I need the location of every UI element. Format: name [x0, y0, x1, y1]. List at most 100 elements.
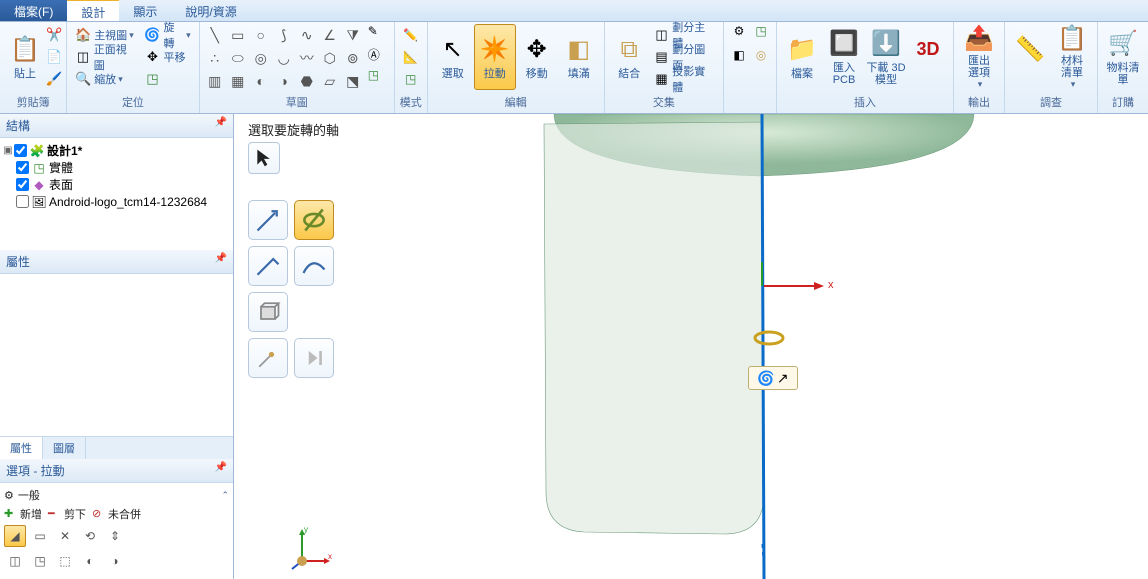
menu-design[interactable]: 設計 [67, 0, 119, 21]
circle-tool[interactable]: ○ [250, 24, 272, 46]
point-tool[interactable]: ∴ [204, 47, 226, 69]
combine-button[interactable]: ⧉結合 [609, 24, 650, 90]
opt-btn-9[interactable]: ◐ [79, 550, 101, 572]
view-cube-button[interactable]: ◳ [141, 68, 195, 90]
tree-solid-checkbox[interactable] [16, 161, 29, 174]
misc-icon-2[interactable]: ◧ [728, 48, 750, 70]
text-tool[interactable]: Ⓐ [368, 46, 390, 68]
misc-icon-1[interactable]: ⚙ [728, 24, 750, 46]
shape2-tool[interactable]: ◑ [273, 70, 295, 92]
group-label [728, 96, 772, 113]
tree-root-checkbox[interactable] [14, 144, 27, 157]
bom-button[interactable]: 📋材料 清單▾ [1051, 24, 1093, 90]
menu-help[interactable]: 說明/資源 [171, 0, 250, 21]
misc-icon-4[interactable]: ◎ [750, 48, 772, 70]
tree-item-surface[interactable]: ◆ 表面 [2, 176, 231, 193]
pin-icon[interactable]: 📌 [215, 462, 227, 479]
option-nomerge[interactable]: ⊘未合併 [92, 506, 141, 522]
mode-solid-icon[interactable]: ◳ [399, 68, 423, 90]
file-button[interactable]: 📁檔案 [781, 24, 823, 90]
pan-button[interactable]: ✥平移 [141, 46, 195, 68]
zoom-button[interactable]: 🔍縮放▾ [71, 68, 140, 90]
target-tool[interactable]: ◎ [250, 47, 272, 69]
tab-layers[interactable]: 圖層 [43, 437, 86, 459]
tree-root[interactable]: ▣ 🧩 設計1* [2, 142, 231, 159]
viewport[interactable]: 選取要旋轉的軸 [234, 114, 1148, 579]
view-triad[interactable]: y x [284, 523, 334, 573]
chamfer-tool[interactable]: ⧩ [342, 24, 364, 46]
poly-tool[interactable]: ⬡ [319, 47, 341, 69]
pull-button[interactable]: ✴️拉動 [474, 24, 516, 90]
pin-icon[interactable]: 📌 [215, 253, 227, 270]
opt-btn-10[interactable]: ◑ [104, 550, 126, 572]
tree-item-image[interactable]: 🖼 Android-logo_tcm14-1232684 [2, 193, 231, 210]
format-icon[interactable]: 🖌️ [46, 71, 62, 87]
offset-tool[interactable]: ⊚ [342, 47, 364, 69]
export-options-button[interactable]: 📤匯出 選項▾ [958, 24, 1000, 90]
tab-properties[interactable]: 屬性 [0, 437, 43, 459]
cut-icon[interactable]: ✂️ [46, 27, 62, 43]
opt-btn-4[interactable]: ⟲ [79, 525, 101, 547]
inspect-button[interactable]: 📏 [1009, 24, 1051, 90]
spin-button[interactable]: 🌀旋轉▾ [141, 24, 195, 46]
tree-image-checkbox[interactable] [16, 195, 29, 208]
shape1-tool[interactable]: ◐ [250, 70, 272, 92]
line-tool[interactable]: ╲ [204, 24, 226, 46]
mode-2d-icon[interactable]: ✏️ [399, 24, 423, 46]
opt-btn-1[interactable]: ◢ [4, 525, 26, 547]
opt-btn-3[interactable]: ✕ [54, 525, 76, 547]
copy-icon[interactable]: 📄 [46, 49, 62, 65]
mini-arrow-icon[interactable]: ↗ [777, 370, 789, 387]
rect-tool[interactable]: ▭ [227, 24, 249, 46]
shape5-tool[interactable]: ⬔ [342, 70, 364, 92]
shape3-tool[interactable]: ⬣ [296, 70, 318, 92]
curve-tool[interactable]: 〰 [296, 47, 318, 69]
menu-display[interactable]: 顯示 [119, 0, 171, 21]
option-add[interactable]: ✚新增 [4, 506, 42, 522]
ribbon-group-output: 📤匯出 選項▾ 輸出 [954, 22, 1005, 113]
surface-icon: ◆ [31, 177, 47, 193]
design-icon: 🧩 [29, 143, 45, 159]
spline-tool[interactable]: ∿ [296, 24, 318, 46]
tree-item-solid[interactable]: ◳ 實體 [2, 159, 231, 176]
face-tool[interactable]: ▥ [204, 70, 226, 92]
order-bom-button[interactable]: 🛒物料清單 [1102, 24, 1144, 90]
shape4-tool[interactable]: ▱ [319, 70, 341, 92]
group-label: 訂購 [1102, 92, 1144, 113]
collapse-icon[interactable]: ▣ [2, 145, 14, 156]
mode-3d-icon[interactable]: 📐 [399, 46, 423, 68]
select-button[interactable]: ↖選取 [432, 24, 474, 90]
menu-file[interactable]: 檔案(F) [0, 0, 67, 21]
opt-btn-8[interactable]: ⬚ [54, 550, 76, 572]
export-icon: 📤 [963, 24, 995, 53]
ellipse-tool[interactable]: ⬭ [227, 47, 249, 69]
edit-sketch-tool[interactable]: ✎ [368, 24, 390, 46]
arc2-tool[interactable]: ◡ [273, 47, 295, 69]
mini-revolve-icon[interactable]: 🌀 [757, 370, 774, 387]
tree-surface-checkbox[interactable] [16, 178, 29, 191]
move-button[interactable]: ✥移動 [516, 24, 558, 90]
pin-icon[interactable]: 📌 [215, 117, 227, 134]
misc-icon-3[interactable]: ◳ [750, 24, 772, 46]
properties-panel-head: 屬性 📌 [0, 250, 233, 274]
opt-btn-5[interactable]: ⇕ [104, 525, 126, 547]
front-view-button[interactable]: ◫正面視圖 [71, 46, 140, 68]
opt-btn-2[interactable]: ▭ [29, 525, 51, 547]
fill-button[interactable]: ◧填滿 [558, 24, 600, 90]
options-panel-head: 選項 - 拉動 📌 [0, 459, 233, 483]
3d-button[interactable]: 3D [907, 24, 949, 90]
mini-tool-popup[interactable]: 🌀 ↗ [748, 366, 798, 390]
opt-btn-7[interactable]: ◳ [29, 550, 51, 572]
import-pcb-button[interactable]: 🔲匯入 PCB [823, 24, 865, 90]
angle-tool[interactable]: ∠ [319, 24, 341, 46]
project-button[interactable]: ▦投影實體 [650, 68, 719, 90]
ribbon-group-orient: 🏠主視圖▾ ◫正面視圖 🔍縮放▾ 🌀旋轉▾ ✥平移 ◳ 定位 [67, 22, 200, 113]
opt-btn-6[interactable]: ◫ [4, 550, 26, 572]
solid-tool[interactable]: ▦ [227, 70, 249, 92]
arc-tool[interactable]: ⟆ [273, 24, 295, 46]
paste-button[interactable]: 📋 貼上 [4, 24, 46, 90]
option-cut[interactable]: ━剪下 [48, 506, 86, 522]
collapse-icon[interactable]: ⌃ [221, 490, 229, 501]
download-3d-button[interactable]: ⬇️下載 3D 模型 [865, 24, 907, 90]
cube-tool[interactable]: ◳ [368, 68, 390, 90]
